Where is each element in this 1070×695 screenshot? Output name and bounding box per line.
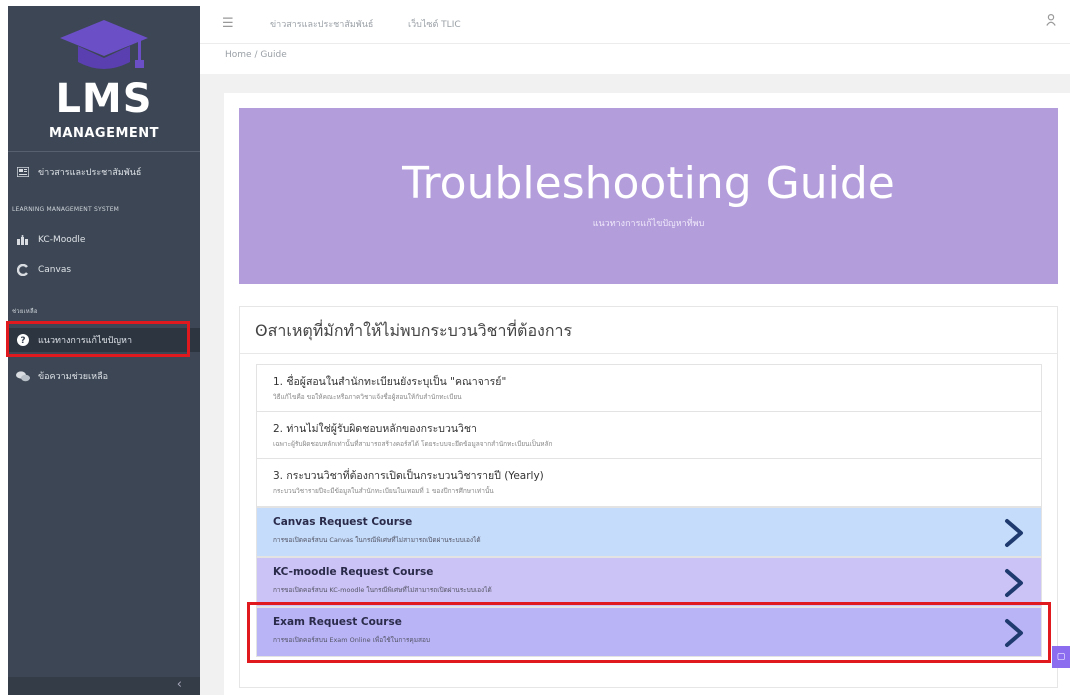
newspaper-icon	[8, 167, 38, 177]
hamburger-icon[interactable]: ☰	[222, 16, 234, 31]
sidebar-item-canvas[interactable]: Canvas	[8, 258, 200, 282]
sidebar-item-label: ข่าวสารและประชาสัมพันธ์	[38, 168, 142, 178]
hero-banner: Troubleshooting Guide แนวทางการแก้ไขปัญห…	[239, 108, 1058, 284]
kc-moodle-request-course[interactable]: KC-moodle Request Course การขอเปิดคอร์สบ…	[256, 557, 1042, 607]
top-bar: ☰ ข่าวสารและประชาสัมพันธ์ เว็บไซต์ TLIC	[200, 0, 1070, 44]
canvas-icon	[8, 264, 38, 276]
chat-icon: ▢	[1056, 652, 1066, 662]
request-title: KC-moodle Request Course	[273, 566, 434, 578]
lms-logo[interactable]: LMS MANAGEMENT	[8, 6, 200, 146]
graduation-cap-icon	[60, 20, 148, 69]
sidebar-collapse-bar[interactable]: ‹	[8, 677, 200, 695]
page-subtitle: แนวทางการแก้ไขปัญหาที่พบ	[592, 219, 705, 229]
moodle-icon	[8, 235, 38, 245]
request-desc: การขอเปิดคอร์สบน Canvas ในกรณีพิเศษที่ไม…	[273, 536, 481, 544]
sidebar-item-kc-moodle[interactable]: KC-Moodle	[8, 228, 200, 252]
section-help-heading: ช่วยเหลือ	[12, 308, 38, 315]
chat-widget-button[interactable]: ▢	[1052, 646, 1070, 668]
breadcrumb: Home / Guide	[225, 50, 287, 60]
cause-desc: เฉพาะผู้รับผิดชอบหลักเท่านั้นที่สามารถสร…	[273, 440, 553, 448]
logo-divider	[8, 151, 200, 152]
sidebar-item-label: KC-Moodle	[38, 235, 86, 245]
highlight-box-exam	[247, 602, 1051, 663]
logo-lms-text: LMS	[55, 76, 153, 122]
panel-divider	[240, 353, 1057, 354]
user-icon[interactable]	[1046, 14, 1056, 29]
cause-item-3: 3. กระบวนวิชาที่ต้องการเปิดเป็นกระบวนวิช…	[256, 458, 1042, 507]
chevron-left-icon: ‹	[176, 677, 182, 692]
chat-bubbles-icon	[8, 370, 38, 382]
chevron-right-icon	[1005, 569, 1023, 597]
top-link-news[interactable]: ข่าวสารและประชาสัมพันธ์	[270, 17, 373, 31]
cause-title: 1. ชื่อผู้สอนในสำนักทะเบียนยังระบุเป็น "…	[273, 376, 507, 388]
highlight-box-sidebar	[6, 321, 190, 357]
cause-desc: กระบวนวิชารายปีจะมีข้อมูลในสำนักทะเบียนใ…	[273, 487, 494, 495]
chevron-right-icon	[1005, 519, 1023, 547]
sidebar-item-help-message[interactable]: ข้อความช่วยเหลือ	[8, 364, 200, 388]
canvas-request-course[interactable]: Canvas Request Course การขอเปิดคอร์สบน C…	[256, 507, 1042, 557]
cause-item-2: 2. ท่านไม่ใช่ผู้รับผิดชอบหลักของกระบวนวิ…	[256, 411, 1042, 459]
page-title: Troubleshooting Guide	[402, 158, 895, 209]
cause-title: 3. กระบวนวิชาที่ต้องการเปิดเป็นกระบวนวิช…	[273, 470, 544, 482]
cause-title: 2. ท่านไม่ใช่ผู้รับผิดชอบหลักของกระบวนวิ…	[273, 423, 477, 435]
cause-desc: วิธีแก้ไขคือ ขอให้คณะหรือภาควิชาแจ้งชื่อ…	[273, 393, 462, 401]
cause-item-1: 1. ชื่อผู้สอนในสำนักทะเบียนยังระบุเป็น "…	[256, 364, 1042, 412]
panel-title: ʘสาเหตุที่มักทำให้ไม่พบกระบวนวิชาที่ต้อง…	[255, 321, 573, 340]
logo-management-text: MANAGEMENT	[48, 126, 160, 141]
sidebar-item-label: Canvas	[38, 265, 72, 275]
top-link-tlic[interactable]: เว็บไซต์ TLIC	[408, 17, 461, 31]
request-title: Canvas Request Course	[273, 516, 413, 528]
sidebar-item-label: ข้อความช่วยเหลือ	[38, 372, 108, 382]
request-desc: การขอเปิดคอร์สบน KC-moodle ในกรณีพิเศษที…	[273, 586, 492, 594]
sidebar-item-news[interactable]: ข่าวสารและประชาสัมพันธ์	[8, 160, 200, 184]
section-lms-heading: LEARNING MANAGEMENT SYSTEM	[12, 206, 120, 213]
